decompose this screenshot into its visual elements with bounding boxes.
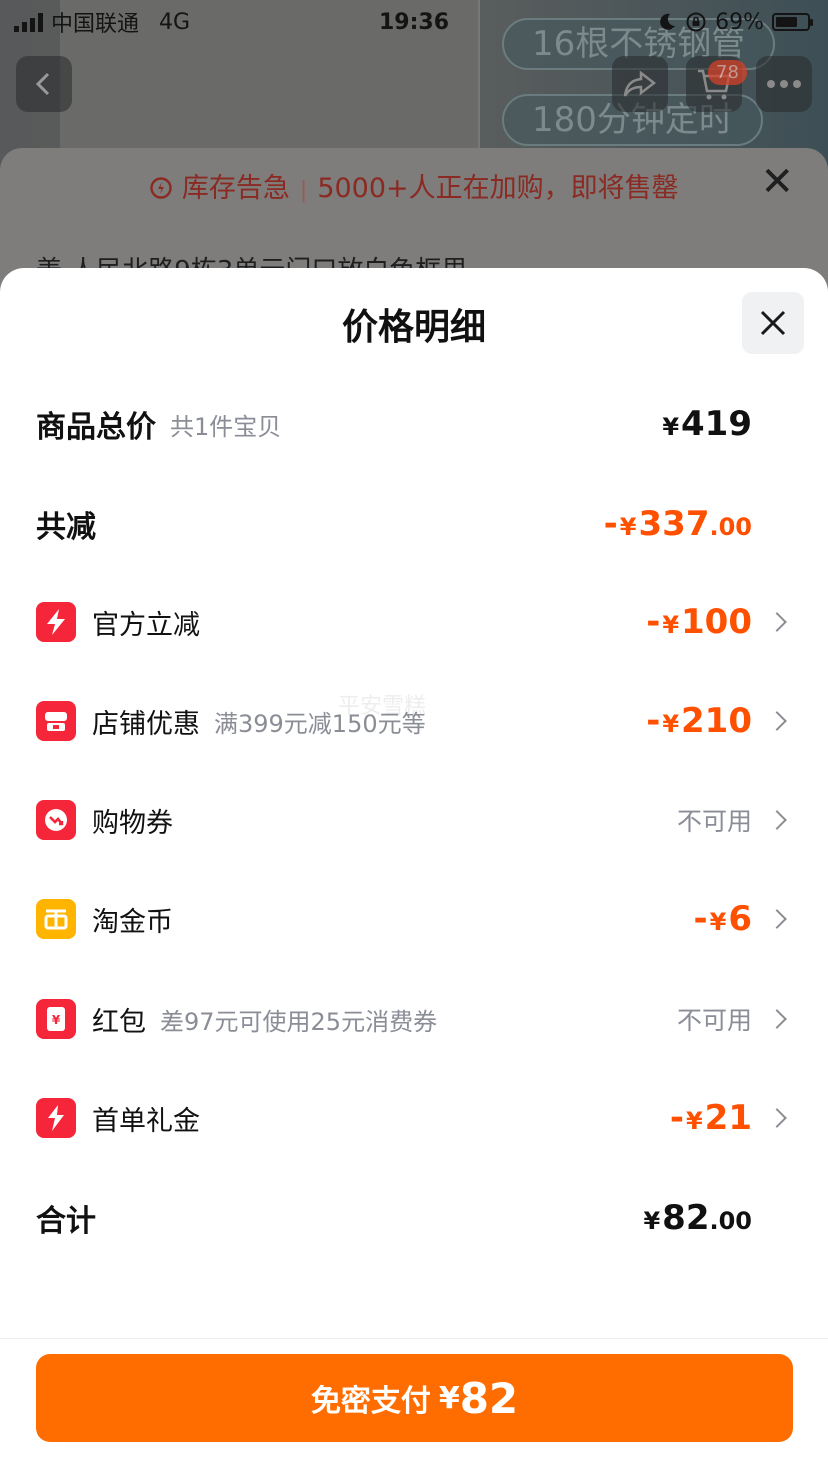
red-packet-icon: ¥ [36, 999, 76, 1039]
pay-button-currency: ¥ [438, 1380, 460, 1416]
red-packet-desc: 差97元可使用25元消费券 [160, 1007, 438, 1036]
more-dots-icon [767, 80, 801, 88]
first-order-value: - ¥21 [669, 1098, 752, 1138]
svg-text:¥: ¥ [52, 1013, 61, 1027]
coupon-icon [36, 800, 76, 840]
coupon-label: 购物券 [92, 807, 173, 839]
lightning-icon [36, 602, 76, 642]
shop-discount-row[interactable]: 店铺优惠 满399元减150元等 - ¥210 [0, 691, 828, 751]
first-order-row[interactable]: 首单礼金 - ¥21 [0, 1088, 828, 1148]
total-discount-row: 共减 - ¥337.00 [0, 494, 828, 554]
battery-icon [772, 13, 813, 31]
total-price-value: ¥419 [662, 404, 752, 444]
first-order-label: 首单礼金 [92, 1105, 200, 1137]
coupon-row[interactable]: 购物券 不可用 [0, 790, 828, 850]
official-discount-row[interactable]: 官方立减 - ¥100 [0, 592, 828, 652]
official-discount-label: 官方立减 [92, 609, 200, 641]
chevron-right-icon [767, 909, 787, 929]
total-price-label: 商品总价 [36, 410, 156, 445]
total-discount-label: 共减 [36, 510, 96, 545]
stock-alert-close-icon[interactable]: ✕ [760, 162, 794, 202]
chevron-right-icon [767, 612, 787, 632]
close-icon [760, 310, 786, 336]
coupon-status: 不可用 [676, 807, 752, 836]
shop-discount-value: - ¥210 [646, 701, 752, 741]
red-packet-label: 红包 [92, 1006, 146, 1038]
moon-icon [660, 13, 676, 30]
chevron-left-icon [35, 72, 50, 96]
stock-alert-text: 5000+人正在加购，即将售罄 [317, 173, 679, 204]
battery-percent: 69% [715, 9, 764, 35]
stock-alert-banner: 库存告急 | 5000+人正在加购，即将售罄 [0, 166, 828, 205]
shop-icon [36, 701, 76, 741]
chevron-right-icon [767, 810, 787, 830]
close-button[interactable] [742, 292, 804, 354]
red-packet-row[interactable]: ¥ 红包 差97元可使用25元消费券 不可用 [0, 989, 828, 1049]
shop-discount-desc: 满399元减150元等 [214, 709, 426, 738]
share-icon [623, 70, 657, 97]
price-detail-sheet: 价格明细 平安雪糕 商品总价 共1件宝贝 ¥419 共减 - ¥337.00 官… [0, 268, 828, 1472]
coin-row[interactable]: 淘金币 - ¥6 [0, 889, 828, 949]
more-button[interactable] [756, 56, 812, 112]
shop-discount-label: 店铺优惠 [92, 708, 200, 740]
stock-alert-title: 库存告急 [181, 173, 290, 204]
rotation-lock-icon [686, 12, 706, 32]
coin-icon [36, 899, 76, 939]
alarm-icon [150, 177, 173, 199]
pay-button[interactable]: 免密支付 ¥ 82 [36, 1354, 793, 1442]
share-button[interactable] [612, 56, 668, 112]
back-button[interactable] [16, 56, 72, 112]
chevron-right-icon [767, 711, 787, 731]
sum-row: 合计 ¥82.00 [0, 1188, 828, 1248]
coin-label: 淘金币 [92, 906, 173, 938]
chevron-right-icon [767, 1108, 787, 1128]
pay-button-label: 免密支付 [310, 1384, 431, 1419]
pay-button-amount: 82 [459, 1373, 519, 1423]
gift-icon [36, 1098, 76, 1138]
sum-label: 合计 [36, 1204, 96, 1239]
status-bar: 中国联通 4G 19:36 69% [0, 0, 828, 44]
cart-count-badge: 78 [708, 60, 747, 85]
official-discount-value: - ¥100 [646, 602, 752, 642]
item-count: 共1件宝贝 [170, 412, 282, 441]
sum-value: ¥82.00 [643, 1198, 752, 1238]
footer-divider [0, 1338, 828, 1339]
total-price-row: 商品总价 共1件宝贝 ¥419 [0, 394, 828, 454]
sheet-title: 价格明细 [341, 307, 486, 348]
battery-level [776, 17, 797, 27]
coin-value: - ¥6 [693, 899, 753, 939]
total-discount-value: - ¥337.00 [603, 504, 752, 544]
red-packet-status: 不可用 [676, 1006, 752, 1035]
chevron-right-icon [767, 1009, 787, 1029]
